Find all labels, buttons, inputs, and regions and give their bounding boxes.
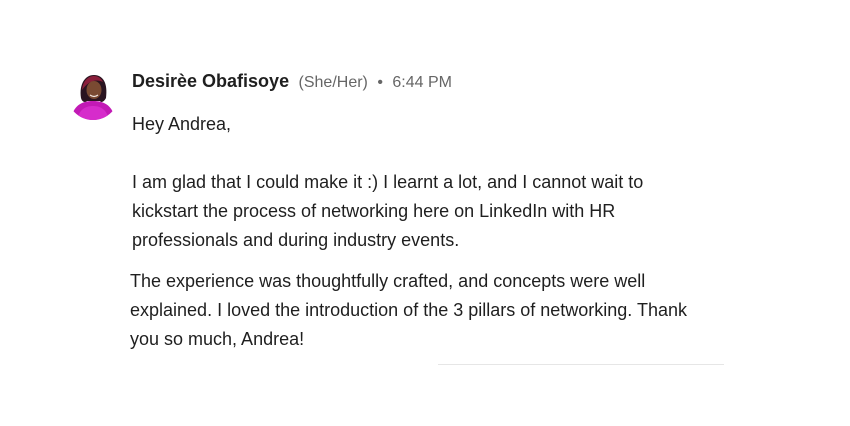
message-timestamp: 6:44 PM (392, 74, 452, 91)
sender-pronouns: (She/Her) (298, 74, 368, 91)
message-header: Desirèe Obafisoye (She/Her) • 6:44 PM (132, 70, 452, 94)
meta-separator: • (377, 74, 383, 91)
message-paragraph: The experience was thoughtfully crafted,… (130, 271, 688, 349)
message-greeting: Hey Andrea, (132, 114, 232, 134)
sender-name[interactable]: Desirèe Obafisoye (132, 71, 289, 91)
message-paragraph: I am glad that I could make it :) I lear… (132, 172, 644, 250)
profile-photo-icon (67, 68, 119, 120)
avatar[interactable] (67, 68, 119, 120)
divider (438, 364, 724, 365)
